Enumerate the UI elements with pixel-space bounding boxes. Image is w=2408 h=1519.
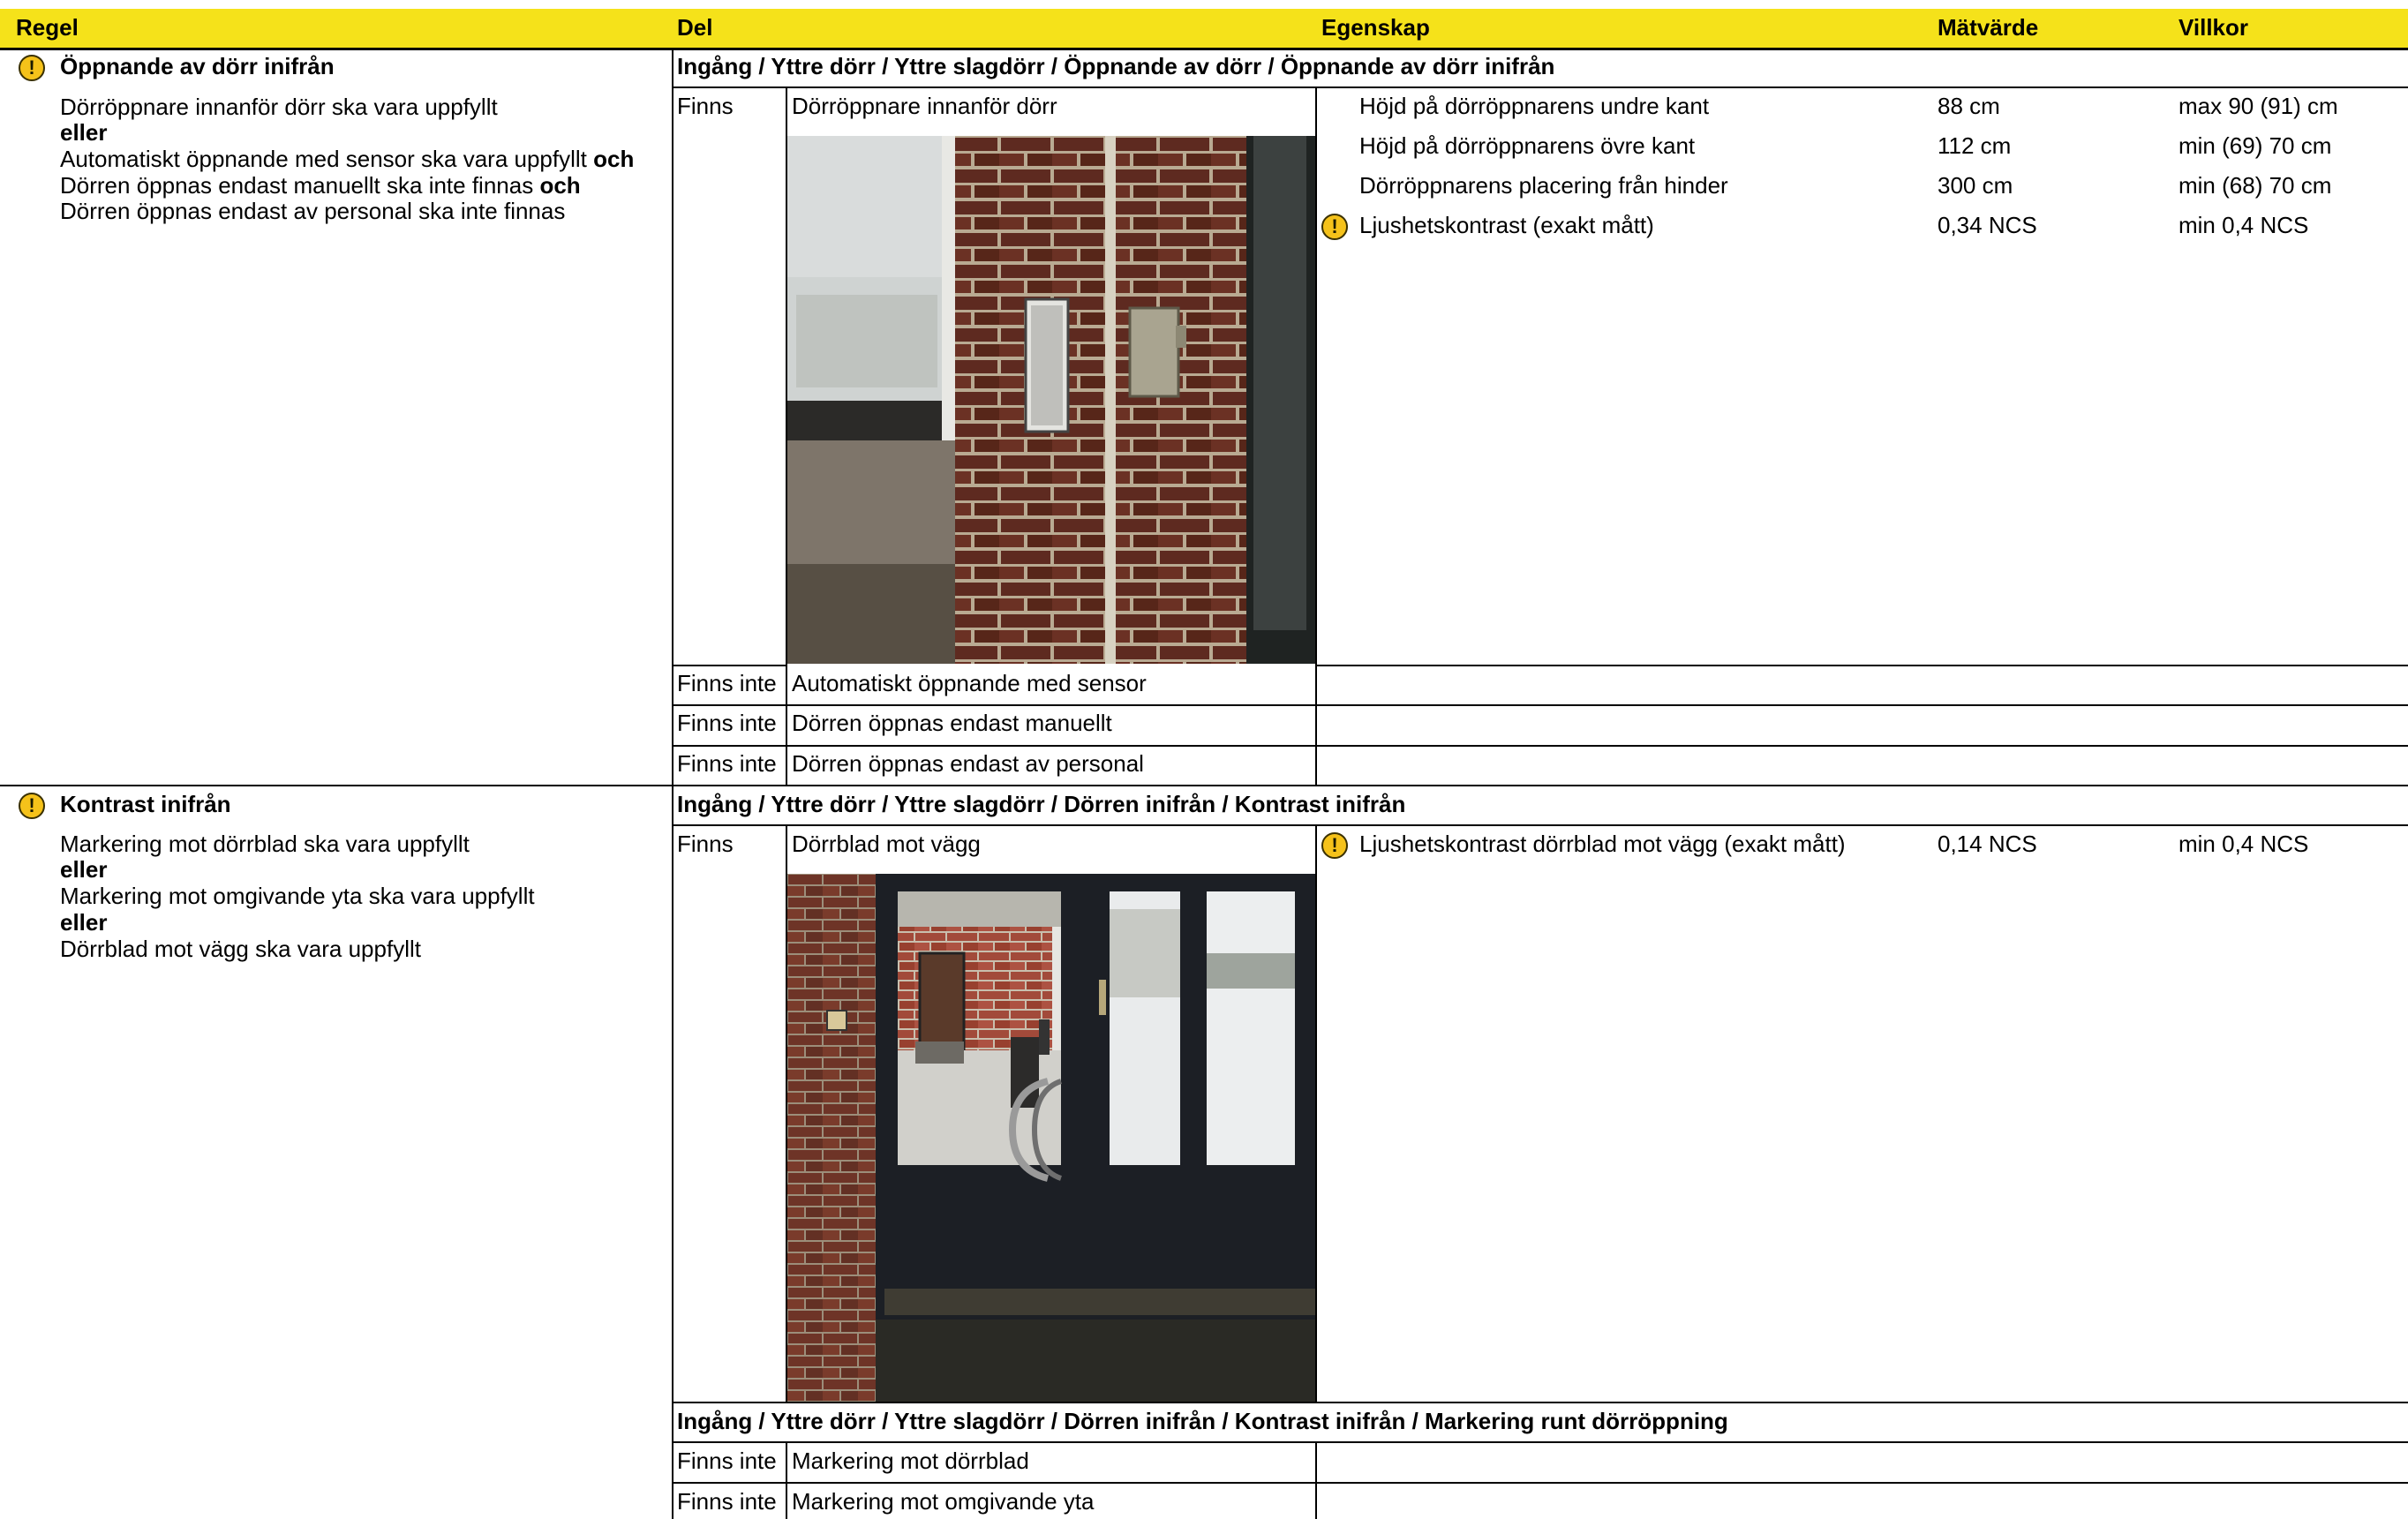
property-value: 112 cm bbox=[1938, 132, 2012, 159]
part-name: Markering mot dörrblad bbox=[792, 1448, 1029, 1474]
rule-line-eller: eller bbox=[60, 119, 108, 146]
rule-line-eller: eller bbox=[60, 856, 108, 883]
part-status: Finns inte bbox=[677, 710, 777, 736]
property-condition: min (68) 70 cm bbox=[2178, 172, 2332, 199]
table-header: Regel Del Egenskap Mätvärde Villkor bbox=[0, 9, 2408, 50]
part-status: Finns inte bbox=[677, 1448, 777, 1474]
part-path: Ingång / Yttre dörr / Yttre slagdörr / D… bbox=[677, 1408, 1728, 1434]
part-name: Automatiskt öppnande med sensor bbox=[792, 670, 1147, 696]
rule-line-eller: eller bbox=[60, 909, 108, 936]
property-value: 88 cm bbox=[1938, 93, 2000, 119]
part-name: Dörren öppnas endast av personal bbox=[792, 750, 1144, 777]
divider bbox=[673, 86, 2408, 88]
property-condition: min 0,4 NCS bbox=[2178, 212, 2309, 238]
divider bbox=[673, 1441, 2408, 1443]
header-regel: Regel bbox=[16, 14, 79, 41]
divider bbox=[786, 88, 787, 786]
divider bbox=[673, 665, 787, 666]
property-condition: min 0,4 NCS bbox=[2178, 831, 2309, 857]
rule-line: Markering mot omgivande yta ska vara upp… bbox=[60, 883, 535, 909]
divider bbox=[0, 785, 2408, 786]
part-path: Ingång / Yttre dörr / Yttre slagdörr / D… bbox=[677, 791, 1406, 817]
part-status: Finns inte bbox=[677, 1488, 777, 1515]
part-name: Markering mot omgivande yta bbox=[792, 1488, 1095, 1515]
rule-line: Dörren öppnas endast av personal ska int… bbox=[60, 198, 566, 224]
header-del: Del bbox=[677, 14, 713, 41]
part-name: Dörrblad mot vägg bbox=[792, 831, 981, 857]
divider bbox=[673, 1402, 2408, 1403]
property-name: Höjd på dörröppnarens undre kant bbox=[1359, 93, 1710, 119]
rule-title: Kontrast inifrån bbox=[60, 791, 231, 817]
part-status: Finns bbox=[677, 831, 734, 857]
divider bbox=[673, 745, 2408, 747]
property-value: 0,14 NCS bbox=[1938, 831, 2037, 857]
divider bbox=[673, 1482, 2408, 1484]
property-name: Ljushetskontrast dörrblad mot vägg (exak… bbox=[1359, 831, 1846, 857]
divider bbox=[786, 826, 787, 1402]
divider bbox=[1315, 88, 1317, 786]
warning-icon: ! bbox=[1321, 214, 1348, 240]
property-value: 300 cm bbox=[1938, 172, 2013, 199]
divider bbox=[672, 48, 673, 1519]
property-condition: min (69) 70 cm bbox=[2178, 132, 2332, 159]
part-path: Ingång / Yttre dörr / Yttre slagdörr / Ö… bbox=[677, 53, 1555, 79]
part-status: Finns inte bbox=[677, 670, 777, 696]
photo-door-leaf-wall[interactable] bbox=[787, 874, 1315, 1402]
divider bbox=[673, 704, 2408, 706]
rule-line: Dörröppnare innanför dörr ska vara uppfy… bbox=[60, 94, 498, 120]
warning-icon: ! bbox=[19, 55, 45, 81]
warning-icon: ! bbox=[19, 793, 45, 819]
divider bbox=[1315, 826, 1317, 1402]
photo-door-opener[interactable] bbox=[787, 136, 1315, 664]
header-egenskap: Egenskap bbox=[1321, 14, 1430, 41]
property-value: 0,34 NCS bbox=[1938, 212, 2037, 238]
property-name: Höjd på dörröppnarens övre kant bbox=[1359, 132, 1696, 159]
rule-line: Dörren öppnas endast manuellt ska inte f… bbox=[60, 172, 581, 199]
part-status: Finns inte bbox=[677, 750, 777, 777]
part-name: Dörren öppnas endast manuellt bbox=[792, 710, 1112, 736]
part-status: Finns bbox=[677, 93, 734, 119]
rule-line: Automatiskt öppnande med sensor ska vara… bbox=[60, 146, 635, 172]
rule-line: Markering mot dörrblad ska vara uppfyllt bbox=[60, 831, 470, 857]
property-condition: max 90 (91) cm bbox=[2178, 93, 2338, 119]
divider bbox=[786, 1442, 787, 1519]
warning-icon: ! bbox=[1321, 832, 1348, 859]
divider bbox=[1315, 665, 2408, 666]
part-name: Dörröppnare innanför dörr bbox=[792, 93, 1057, 119]
header-villkor: Villkor bbox=[2178, 14, 2249, 41]
divider bbox=[1315, 1442, 1317, 1519]
header-matvarde: Mätvärde bbox=[1938, 14, 2039, 41]
divider bbox=[673, 824, 2408, 826]
property-name: Dörröppnarens placering från hinder bbox=[1359, 172, 1728, 199]
rule-line: Dörrblad mot vägg ska vara uppfyllt bbox=[60, 936, 421, 962]
property-name: Ljushetskontrast (exakt mått) bbox=[1359, 212, 1654, 238]
rule-title: Öppnande av dörr inifrån bbox=[60, 53, 335, 79]
